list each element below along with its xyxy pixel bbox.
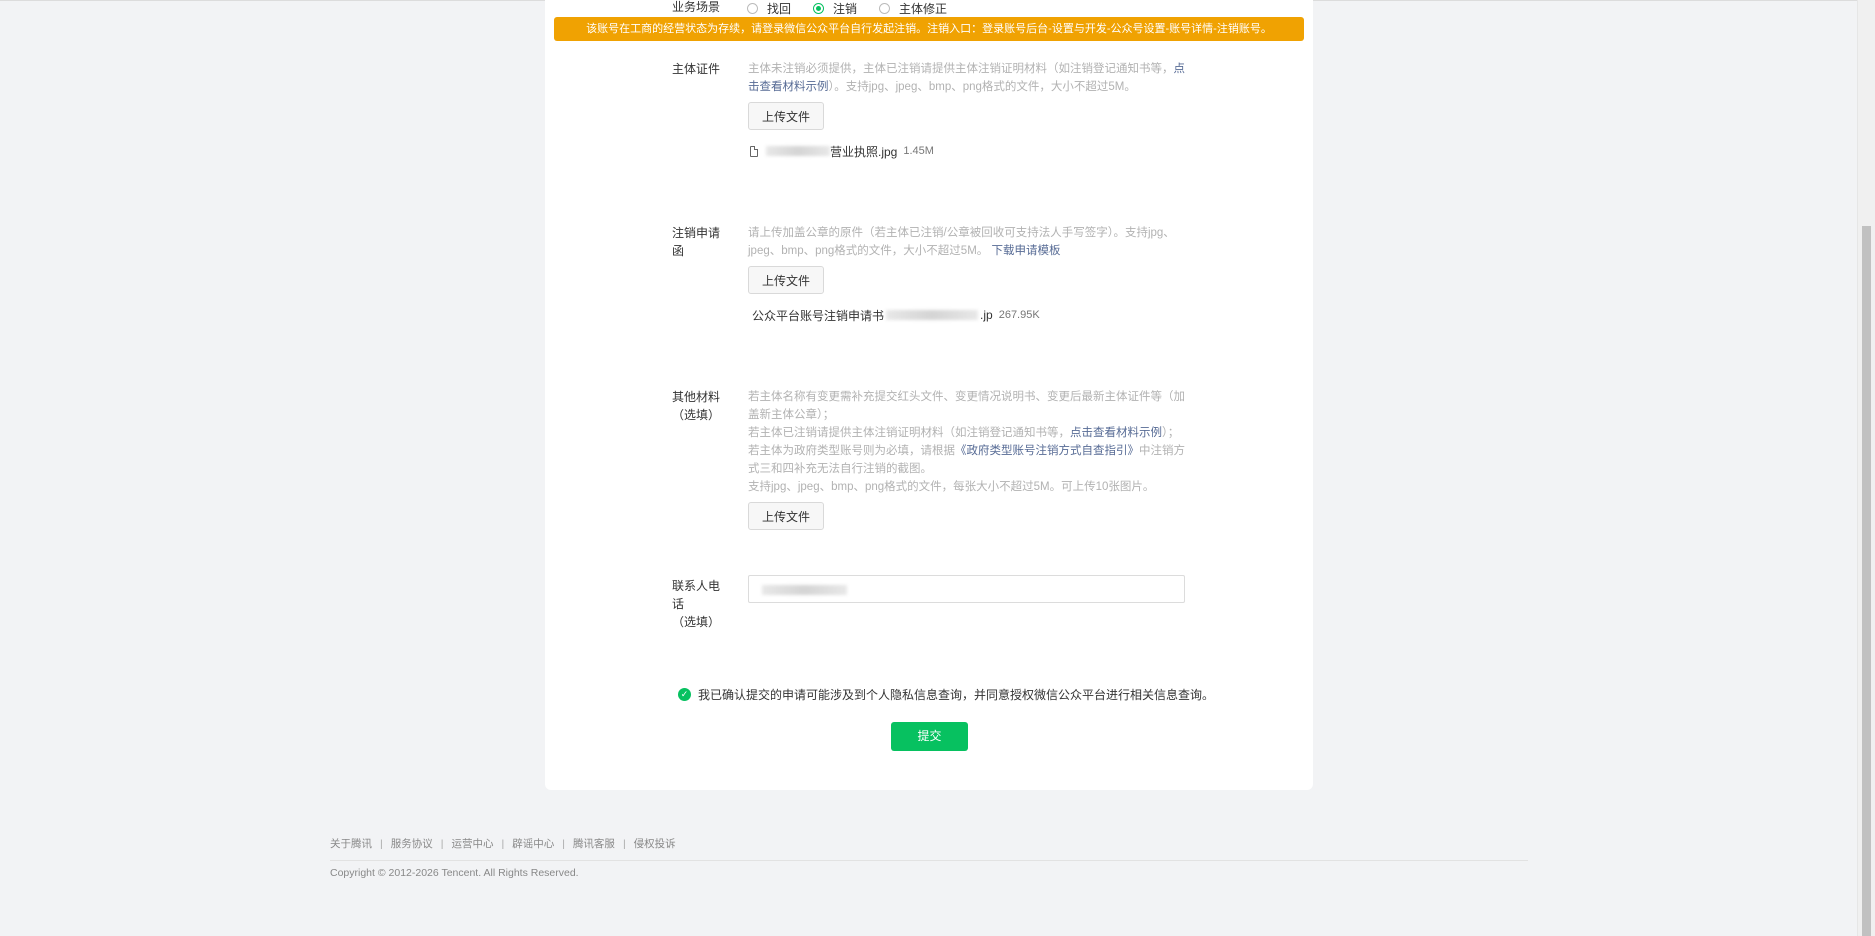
cancel-letter-label: 注销申请函 xyxy=(672,226,721,258)
radio-subject-fix[interactable]: 主体修正 xyxy=(879,0,947,17)
file-size: 267.95K xyxy=(998,309,1040,321)
separator: | xyxy=(622,837,626,850)
scrollbar-thumb[interactable] xyxy=(1862,226,1871,936)
radio-dot-icon xyxy=(879,2,891,14)
scene-label: 业务场景 xyxy=(672,0,721,14)
optional-hint: （选填） xyxy=(672,408,721,422)
radio-label: 注销 xyxy=(833,1,858,16)
other-materials-label: 其他材料 （选填） xyxy=(672,388,720,424)
radio-dot-checked-icon xyxy=(813,2,825,14)
file-name-prefix: 公众平台账号注销申请书 xyxy=(752,308,885,323)
radio-recover[interactable]: 找回 xyxy=(747,0,791,17)
footer-links: 关于腾讯 | 服务协议 | 运营中心 | 辟谣中心 | 腾讯客服 | 侵权投诉 xyxy=(330,836,676,851)
separator: | xyxy=(501,837,505,850)
radio-label: 主体修正 xyxy=(899,1,948,16)
download-template-link[interactable]: 下载申请模板 xyxy=(991,245,1060,257)
optional-hint: （选填） xyxy=(672,615,721,629)
cancel-letter-upload-button[interactable]: 上传文件 xyxy=(748,266,824,294)
contact-label: 联系人电话 （选填） xyxy=(672,577,724,631)
separator: | xyxy=(440,837,444,850)
desc-line: 支持jpg、jpeg、bmp、png格式的文件，每张大小不超过5M。可上传10张… xyxy=(748,481,1155,493)
page-scrollbar[interactable] xyxy=(1857,0,1875,936)
footer-link-infringement[interactable]: 侵权投诉 xyxy=(634,836,676,851)
footer-link-rumor-center[interactable]: 辟谣中心 xyxy=(512,836,554,851)
privacy-confirm[interactable]: ✓ 我已确认提交的申请可能涉及到个人隐私信息查询，并同意授权微信公众平台进行相关… xyxy=(678,686,1214,703)
separator: | xyxy=(562,837,565,850)
subject-cert-upload-button[interactable]: 上传文件 xyxy=(748,102,824,130)
cancel-letter-file[interactable]: 公众平台账号注销申请书 .jp 267.95K xyxy=(752,307,1040,323)
warning-banner: 该账号在工商的经营状态为存续，请登录微信公众平台自行发起注销。注销入口：登录账号… xyxy=(554,17,1304,41)
file-name: 营业执照.jpg xyxy=(830,144,898,159)
desc-line: 若主体为政府类型账号则为必填，请根据《政府类型账号注销方式自查指引》中注销方式三… xyxy=(748,445,1185,475)
gov-guide-link[interactable]: 《政府类型账号注销方式自查指引》 xyxy=(955,445,1139,457)
check-circle-icon[interactable]: ✓ xyxy=(678,688,691,701)
subject-cert-label: 主体证件 xyxy=(672,62,721,76)
footer-link-ops-center[interactable]: 运营中心 xyxy=(451,836,493,851)
other-materials-upload-button[interactable]: 上传文件 xyxy=(748,502,824,530)
copyright: Copyright © 2012-2026 Tencent. All Right… xyxy=(330,867,579,879)
submit-button[interactable]: 提交 xyxy=(891,722,968,751)
footer-link-support[interactable]: 腾讯客服 xyxy=(573,836,615,851)
confirm-text: 我已确认提交的申请可能涉及到个人隐私信息查询，并同意授权微信公众平台进行相关信息… xyxy=(698,688,1215,702)
redacted-phone xyxy=(762,585,847,595)
file-size: 1.45M xyxy=(903,145,934,157)
separator: | xyxy=(380,837,383,850)
scene-radio-group: 找回 注销 主体修正 xyxy=(747,0,969,16)
cancel-letter-desc: 请上传加盖公章的原件（若主体已注销/公章被回收可支持法人手写签字）。支持jpg、… xyxy=(748,227,1175,257)
file-name-suffix: .jp xyxy=(980,308,993,322)
view-sample-link[interactable]: 点击查看材料示例 xyxy=(1070,427,1162,439)
radio-cancel[interactable]: 注销 xyxy=(813,0,857,17)
desc-line: 若主体名称有变更需补充提交红头文件、变更情况说明书、变更后最新主体证件等（加盖新… xyxy=(748,391,1185,421)
footer-divider xyxy=(330,860,1528,861)
file-icon xyxy=(750,145,758,157)
other-materials-title: 其他材料 xyxy=(672,390,721,404)
desc-line: 若主体已注销请提供主体注销证明材料（如注销登记通知书等，点击查看材料示例）； xyxy=(748,427,1180,439)
other-materials-desc: 若主体名称有变更需补充提交红头文件、变更情况说明书、变更后最新主体证件等（加盖新… xyxy=(748,388,1186,496)
radio-label: 找回 xyxy=(767,1,792,16)
footer-link-about[interactable]: 关于腾讯 xyxy=(330,836,372,851)
subject-cert-file[interactable]: 营业执照.jpg 1.45M xyxy=(750,143,934,159)
radio-dot-icon xyxy=(747,2,758,14)
footer-link-terms[interactable]: 服务协议 xyxy=(391,836,433,851)
redacted-text xyxy=(766,146,830,156)
subject-cert-desc: 主体未注销必须提供，主体已注销请提供主体注销证明材料（如注销登记通知书等，点击查… xyxy=(748,63,1185,93)
contact-title: 联系人电话 xyxy=(672,579,721,611)
redacted-text xyxy=(886,310,979,320)
